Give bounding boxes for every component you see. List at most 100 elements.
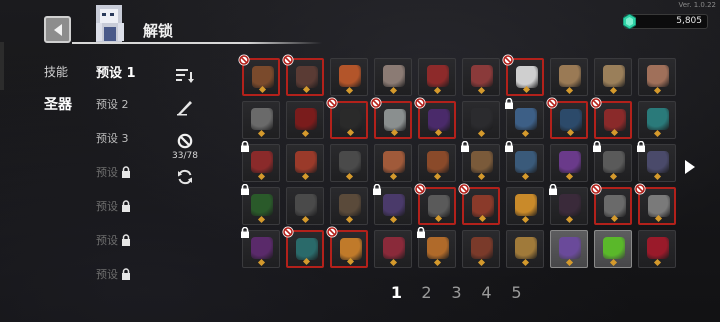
preset-label: 预设 3 (96, 132, 129, 145)
purple-eye-icon (251, 237, 273, 259)
relic-slot[interactable] (417, 227, 456, 268)
page-title: 解锁 (143, 22, 174, 40)
category-tab-skills[interactable]: 技能 (44, 63, 68, 80)
preset-label: 预设 (96, 268, 118, 281)
preset-tab-2[interactable]: 预设 2 (96, 96, 129, 112)
relic-slot[interactable] (286, 144, 324, 182)
gold-bar-icon (515, 194, 537, 216)
relic-slot[interactable] (505, 141, 544, 182)
lock-icon (461, 141, 469, 152)
preset-label: 预设 2 (96, 98, 129, 111)
pouch-icon (427, 151, 449, 173)
gun-icon (295, 194, 317, 216)
relic-slot[interactable] (594, 58, 632, 96)
dark-stone-icon (471, 108, 493, 130)
relic-slot[interactable] (282, 54, 324, 96)
page-number[interactable]: 5 (510, 283, 523, 302)
relic-slot[interactable] (506, 230, 544, 268)
relic-slot[interactable] (593, 141, 632, 182)
rarity-star-icon (257, 215, 266, 224)
relic-grid (238, 54, 676, 268)
edge-tab (0, 42, 4, 90)
rarity-star-icon (433, 86, 442, 95)
ban-icon (546, 97, 558, 109)
relic-slot[interactable] (462, 101, 500, 139)
rarity-star-icon (609, 86, 618, 95)
relic-slot[interactable] (374, 230, 412, 268)
relic-slot[interactable] (506, 187, 544, 225)
version-label: Ver. 1.0.22 (678, 1, 716, 9)
sort-button[interactable] (174, 64, 196, 86)
preset-tab-locked[interactable]: 预设 (96, 232, 132, 248)
relic-slot[interactable] (458, 183, 500, 225)
relic-slot[interactable] (330, 58, 368, 96)
ban-toggle-button[interactable] (174, 130, 196, 152)
preset-tab-1[interactable]: 预设 1 (96, 62, 136, 81)
relic-slot[interactable] (461, 141, 500, 182)
relic-slot[interactable] (238, 54, 280, 96)
red-heart-icon (647, 237, 669, 259)
dagger-icon (604, 195, 626, 217)
relic-slot[interactable] (286, 187, 324, 225)
preset-tab-locked[interactable]: 预设 (96, 164, 132, 180)
relic-slot[interactable] (374, 144, 412, 182)
page-number[interactable]: 2 (420, 283, 433, 302)
relic-slot[interactable] (370, 97, 412, 139)
relic-slot[interactable] (414, 97, 456, 139)
relic-slot[interactable] (286, 101, 324, 139)
rarity-star-icon (345, 86, 354, 95)
page-number[interactable]: 1 (390, 283, 403, 302)
relic-slot[interactable] (241, 141, 280, 182)
relic-slot[interactable] (241, 227, 280, 268)
page-number[interactable]: 4 (480, 283, 493, 302)
preset-tab-3[interactable]: 预设 3 (96, 130, 129, 146)
relic-slot[interactable] (594, 230, 632, 268)
relic-slot[interactable] (638, 101, 676, 139)
relic-slot[interactable] (373, 184, 412, 225)
relic-slot[interactable] (590, 183, 632, 225)
relic-slot[interactable] (462, 230, 500, 268)
page-number[interactable]: 3 (450, 283, 463, 302)
crossed-blades-icon (428, 195, 450, 217)
back-button[interactable] (44, 16, 71, 43)
relic-slot[interactable] (330, 187, 368, 225)
relic-slot[interactable] (326, 226, 368, 268)
relic-slot[interactable] (550, 58, 588, 96)
rarity-star-icon (653, 86, 662, 95)
refresh-button[interactable] (174, 166, 196, 188)
red-boots-icon (383, 237, 405, 259)
relic-slot[interactable] (330, 144, 368, 182)
lock-icon (241, 227, 249, 238)
relic-slot[interactable] (502, 54, 544, 96)
relic-slot[interactable] (462, 58, 500, 96)
relic-slot[interactable] (550, 144, 588, 182)
relic-slot[interactable] (550, 230, 588, 268)
relic-slot[interactable] (590, 97, 632, 139)
relic-slot[interactable] (326, 97, 368, 139)
relic-slot[interactable] (549, 184, 588, 225)
ban-icon (326, 226, 338, 238)
crow-icon (559, 194, 581, 216)
relic-slot[interactable] (634, 183, 676, 225)
relic-slot[interactable] (282, 226, 324, 268)
preset-tab-locked[interactable]: 预设 (96, 266, 132, 282)
relic-slot[interactable] (546, 97, 588, 139)
relic-slot[interactable] (638, 58, 676, 96)
preset-tab-locked[interactable]: 预设 (96, 198, 132, 214)
category-tab-relics[interactable]: 圣器 (44, 94, 72, 114)
lock-icon (637, 141, 645, 152)
relic-slot[interactable] (505, 98, 544, 139)
purple-staff-icon (383, 194, 405, 216)
relic-slot[interactable] (374, 58, 412, 96)
relic-slot[interactable] (418, 144, 456, 182)
relic-slot[interactable] (241, 184, 280, 225)
relic-slot[interactable] (414, 183, 456, 225)
lock-icon (373, 184, 381, 195)
ban-icon (326, 97, 338, 109)
relic-slot[interactable] (418, 58, 456, 96)
relic-slot[interactable] (638, 230, 676, 268)
edit-button[interactable] (174, 96, 196, 118)
next-page-arrow-icon[interactable] (684, 159, 696, 175)
relic-slot[interactable] (242, 101, 280, 139)
relic-slot[interactable] (637, 141, 676, 182)
